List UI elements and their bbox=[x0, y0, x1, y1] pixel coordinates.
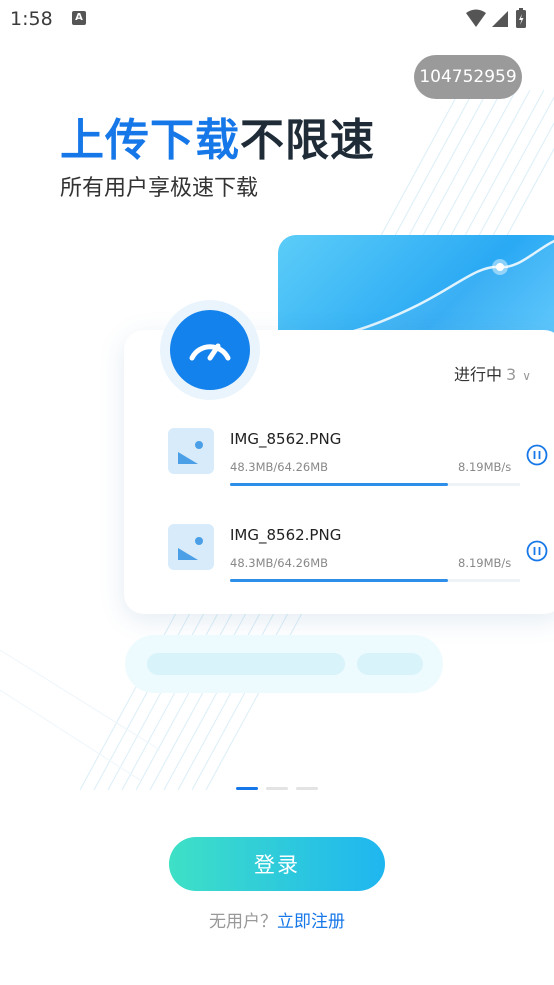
download-item[interactable]: IMG_8562.PNG 48.3MB/64.26MB 8.19MB/s bbox=[168, 524, 554, 594]
image-file-icon bbox=[168, 428, 214, 474]
filter-count: 3 bbox=[506, 365, 517, 384]
placeholder-bar bbox=[125, 635, 443, 693]
file-name: IMG_8562.PNG bbox=[230, 526, 342, 544]
battery-icon bbox=[516, 8, 526, 28]
download-speed: 8.19MB/s bbox=[458, 460, 512, 474]
wifi-icon bbox=[466, 9, 486, 27]
progress-bar bbox=[230, 579, 520, 582]
hero-title-highlight: 上传下载 bbox=[60, 115, 240, 166]
chevron-down-icon: ∨ bbox=[522, 369, 531, 383]
speedometer-icon bbox=[170, 310, 250, 390]
download-speed: 8.19MB/s bbox=[458, 556, 512, 570]
file-size-progress: 48.3MB/64.26MB bbox=[230, 556, 329, 570]
file-name: IMG_8562.PNG bbox=[230, 430, 342, 448]
signal-icon bbox=[492, 11, 508, 27]
notification-icon: A bbox=[72, 11, 86, 25]
page-dot bbox=[236, 787, 258, 790]
register-link[interactable]: 立即注册 bbox=[277, 912, 345, 932]
hero-title-rest: 不限速 bbox=[240, 115, 375, 166]
page-dot bbox=[266, 787, 288, 790]
status-filter-dropdown[interactable]: 进行中 3 ∨ bbox=[454, 361, 531, 385]
file-size-progress: 48.3MB/64.26MB bbox=[230, 460, 329, 474]
hero-title: 上传下载不限速 bbox=[60, 104, 375, 168]
progress-fill bbox=[230, 483, 448, 486]
pause-icon[interactable] bbox=[526, 444, 548, 466]
status-icons bbox=[464, 7, 544, 35]
status-time: 1:58 bbox=[10, 8, 53, 30]
placeholder-line bbox=[357, 653, 423, 675]
speedometer-badge bbox=[160, 300, 260, 400]
image-file-icon bbox=[168, 524, 214, 570]
pause-icon[interactable] bbox=[526, 540, 548, 562]
status-bar: 1:58 A bbox=[0, 0, 554, 38]
progress-fill bbox=[230, 579, 448, 582]
register-prompt-text: 无用户？ bbox=[209, 912, 277, 932]
placeholder-line bbox=[147, 653, 345, 675]
page-dot bbox=[296, 787, 318, 790]
download-item[interactable]: IMG_8562.PNG 48.3MB/64.26MB 8.19MB/s bbox=[168, 428, 554, 498]
hero-subtitle: 所有用户享极速下载 bbox=[60, 176, 259, 201]
register-prompt: 无用户？立即注册 bbox=[0, 907, 554, 932]
progress-bar bbox=[230, 483, 520, 486]
login-button[interactable]: 登录 bbox=[169, 837, 385, 891]
filter-label: 进行中 bbox=[454, 365, 503, 384]
user-id-badge: 104752959 bbox=[414, 55, 522, 99]
